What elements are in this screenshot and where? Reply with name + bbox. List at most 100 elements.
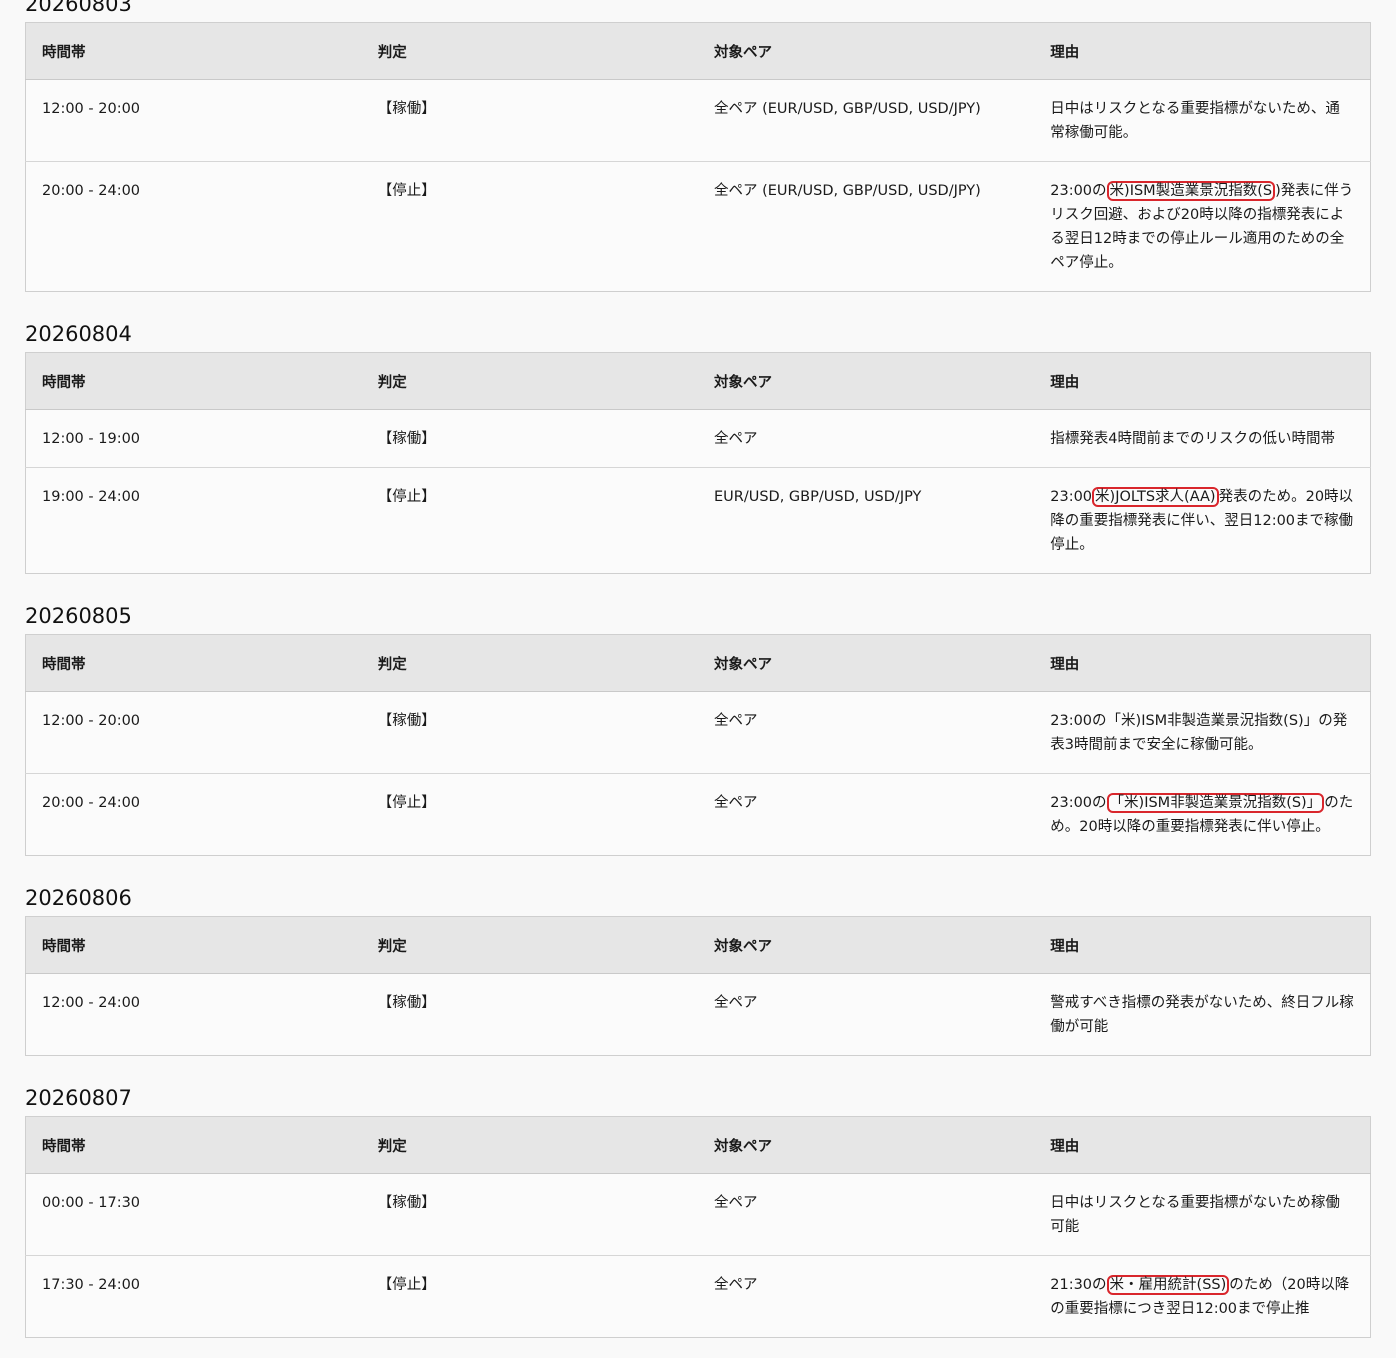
pairs-cell: 全ペア	[698, 409, 1035, 468]
header-judgement: 判定	[361, 634, 698, 692]
table-row: 20:00 - 24:00 【停止】 全ペア (EUR/USD, GBP/USD, …	[26, 162, 1371, 292]
day-section: 20260804 時間帯 判定 対象ペア 理由 12:00 - 19:00 【稼働】 全ペア指…	[25, 316, 1371, 574]
highlighted-indicator: 米)ISM製造業景況指数(S	[1106, 181, 1276, 201]
day-date-heading: 20260806	[25, 886, 132, 910]
reason-text: 23:00	[1050, 489, 1093, 505]
table-row: 19:00 - 24:00 【停止】 EUR/USD, GBP/USD, USD/J…	[26, 468, 1371, 574]
header-target-pair: 対象ペア	[698, 22, 1035, 80]
table-row: 12:00 - 20:00 【稼働】 全ペア (EUR/USD, GBP/USD, …	[25, 79, 1371, 162]
time-range-cell: 00:00 - 17:30	[25, 1173, 362, 1256]
reason-cell: 指標発表4時間前までのリスクの低い時間帯	[1034, 409, 1371, 468]
reason-cell: 23:00 米)JOLTS求人(AA) 発表のため。20時以降の重要指標発表に伴い、…	[1034, 468, 1370, 574]
reason-text: 21:30の	[1050, 1277, 1107, 1293]
pairs-cell: 全ペア	[698, 691, 1035, 774]
table-row: 00:00 - 17:30 【稼働】 全ペア 日中はリスクとなる重要指標がないため稼働…	[25, 1173, 1371, 1256]
reason-cell: 21:30の 米・雇用統計(SS) のため（20時以降の重要指標につき翌日12:00…	[1034, 1256, 1370, 1338]
status-cell: 【停止】	[377, 1277, 436, 1293]
status-cell: 【稼働】	[361, 1173, 698, 1256]
highlighted-indicator: 米・雇用統計(SS)	[1106, 1275, 1230, 1295]
schedule-page: 20260803 時間帯 判定 対象ペア 理由 12:00 - 20:00 【稼働】 全ペア …	[0, 0, 1396, 1338]
pairs-cell: EUR/USD, GBP/USD, USD/JPY	[714, 489, 922, 505]
status-cell: 【稼働】	[361, 409, 698, 468]
day-date-heading: 20260803	[25, 0, 132, 16]
header-judgement: 判定	[361, 352, 698, 410]
schedule-table: 時間帯 判定 対象ペア 理由 00:00 - 17:30 【稼働】 全ペア 日中はリスクとなる…	[25, 1116, 1371, 1338]
schedule-table: 時間帯 判定 対象ペア 理由 12:00 - 19:00 【稼働】 全ペア 指標発表4時間前ま…	[25, 352, 1371, 574]
schedule-table: 時間帯 判定 対象ペア 理由 12:00 - 24:00 【稼働】 全ペア 警戒すべき指標の発…	[25, 916, 1371, 1056]
header-reason: 理由	[1034, 22, 1371, 80]
header-target-pair: 対象ペア	[698, 634, 1035, 692]
pairs-cell: 全ペア (EUR/USD, GBP/USD, USD/JPY)	[698, 79, 1035, 162]
time-range-cell: 19:00 - 24:00	[42, 489, 141, 505]
status-cell: 【稼働】	[377, 995, 436, 1011]
header-time: 時間帯	[25, 352, 362, 410]
highlighted-indicator: 「米)ISM非製造業景況指数(S)」	[1106, 793, 1325, 813]
reason-text: 指標発表4時間前までのリスクの低い時間帯	[1050, 431, 1335, 447]
status-cell: 【稼働】	[361, 691, 698, 774]
header-reason: 理由	[1034, 916, 1371, 974]
header-reason: 理由	[1034, 1116, 1371, 1174]
header-judgement: 判定	[361, 1116, 698, 1174]
reason-text: 23:00の「米)ISM非製造業景況指数(S)」の発表3時間前まで安全に稼働可能…	[1050, 713, 1348, 753]
header-target-pair: 対象ペア	[698, 1116, 1035, 1174]
status-cell: 【停止】	[377, 183, 436, 199]
header-judgement: 判定	[361, 916, 698, 974]
header-reason: 理由	[1034, 634, 1371, 692]
header-reason: 理由	[1034, 352, 1371, 410]
day-section: 20260805 時間帯 判定 対象ペア 理由 12:00 - 20:00 【稼働】 全ペア 2…	[25, 598, 1371, 856]
day-date-heading: 20260807	[25, 1086, 132, 1110]
time-range-cell: 12:00 - 19:00	[25, 409, 362, 468]
schedule-table: 時間帯 判定 対象ペア 理由 12:00 - 20:00 【稼働】 全ペア 23:00の「米)…	[25, 634, 1371, 856]
header-time: 時間帯	[25, 1116, 362, 1174]
day-section: 20260807 時間帯 判定 対象ペア 理由 00:00 - 17:30 【稼働】 全ペア日…	[25, 1080, 1371, 1338]
pairs-cell: 全ペア (EUR/USD, GBP/USD, USD/JPY)	[714, 183, 981, 199]
reason-cell: 日中はリスクとなる重要指標がないため、通常稼働可能。	[1034, 79, 1371, 162]
time-range-cell: 20:00 - 24:00	[42, 795, 141, 811]
time-range-cell: 12:00 - 20:00	[25, 79, 362, 162]
time-range-cell: 12:00 - 20:00	[25, 691, 362, 774]
reason-cell: 23:00の 「米)ISM非製造業景況指数(S)」 のため。20時以降の重要指標発表…	[1034, 774, 1370, 856]
table-row: 12:00 - 20:00 【稼働】 全ペア 23:00の「米)ISM非製造業景況指数…	[25, 691, 1371, 774]
day-date-heading: 20260805	[25, 604, 132, 628]
pairs-cell: 全ペア	[698, 1173, 1035, 1256]
day-date-heading: 20260804	[25, 322, 132, 346]
day-section: 20260803 時間帯 判定 対象ペア 理由 12:00 - 20:00 【稼働】 全ペア …	[25, 0, 1371, 292]
reason-cell: 23:00の「米)ISM非製造業景況指数(S)」の発表3時間前まで安全に稼働可能…	[1034, 691, 1371, 774]
table-header-row: 時間帯 判定 対象ペア 理由	[25, 634, 1371, 692]
table-header-row: 時間帯 判定 対象ペア 理由	[25, 22, 1371, 80]
time-range-cell: 20:00 - 24:00	[42, 183, 141, 199]
table-header-row: 時間帯 判定 対象ペア 理由	[25, 916, 1371, 974]
time-range-cell: 12:00 - 24:00	[42, 995, 141, 1011]
reason-text: 23:00の	[1050, 183, 1107, 199]
status-cell: 【稼働】	[361, 79, 698, 162]
header-time: 時間帯	[25, 634, 362, 692]
reason-text: 警戒すべき指標の発表がないため、終日フル稼働が可能	[1050, 995, 1354, 1035]
header-target-pair: 対象ペア	[698, 352, 1035, 410]
schedule-table: 時間帯 判定 対象ペア 理由 12:00 - 20:00 【稼働】 全ペア (EUR/USD…	[25, 22, 1371, 292]
header-judgement: 判定	[361, 22, 698, 80]
reason-cell: 警戒すべき指標の発表がないため、終日フル稼働が可能	[1034, 974, 1370, 1056]
time-range-cell: 17:30 - 24:00	[42, 1277, 141, 1293]
highlighted-indicator: 米)JOLTS求人(AA)	[1092, 487, 1219, 507]
header-time: 時間帯	[25, 22, 362, 80]
table-header-row: 時間帯 判定 対象ペア 理由	[25, 352, 1371, 410]
reason-cell: 日中はリスクとなる重要指標がないため稼働可能	[1034, 1173, 1371, 1256]
header-target-pair: 対象ペア	[698, 916, 1035, 974]
pairs-cell: 全ペア	[714, 995, 758, 1011]
table-row: 17:30 - 24:00 【停止】 全ペア 21:30の 米・雇用統計(SS) のため（…	[26, 1256, 1371, 1338]
table-row: 12:00 - 24:00 【稼働】 全ペア 警戒すべき指標の発表がないため、終日フル…	[26, 974, 1371, 1056]
pairs-cell: 全ペア	[714, 795, 758, 811]
status-cell: 【停止】	[377, 795, 436, 811]
table-header-row: 時間帯 判定 対象ペア 理由	[25, 1116, 1371, 1174]
reason-text: 日中はリスクとなる重要指標がないため稼働可能	[1050, 1195, 1340, 1235]
header-time: 時間帯	[25, 916, 362, 974]
day-section: 20260806 時間帯 判定 対象ペア 理由 12:00 - 24:00 【稼働】 全ペア 警…	[25, 880, 1371, 1056]
reason-text: 23:00の	[1050, 795, 1107, 811]
table-row: 12:00 - 19:00 【稼働】 全ペア 指標発表4時間前までのリスクの低い時間帯	[25, 409, 1371, 468]
table-row: 20:00 - 24:00 【停止】 全ペア 23:00の 「米)ISM非製造業景況指数…	[26, 774, 1371, 856]
status-cell: 【停止】	[377, 489, 436, 505]
